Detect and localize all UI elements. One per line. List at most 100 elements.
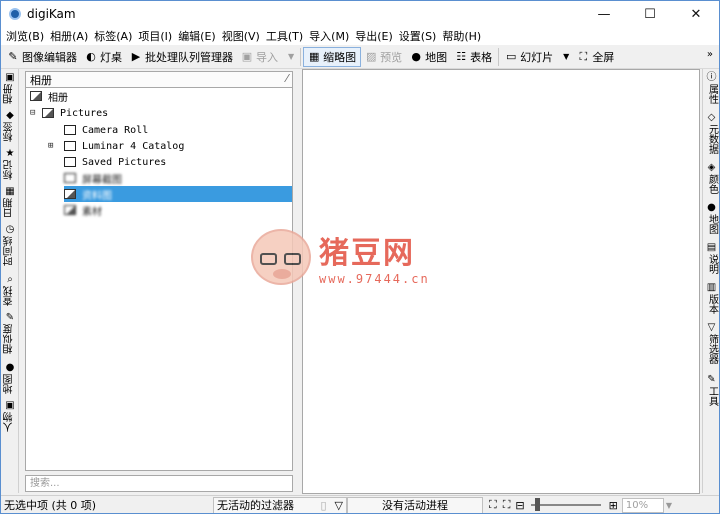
tab-versions[interactable]: ▥ 版本 bbox=[703, 281, 719, 314]
tab-metadata-label: 元数据 bbox=[706, 124, 718, 154]
tab-properties-label: 属性 bbox=[706, 84, 718, 104]
tree-item-camera-roll[interactable]: Camera Roll bbox=[64, 122, 148, 138]
album-panel-title: 相册 bbox=[30, 73, 52, 87]
tab-filters[interactable]: ▽ 筛选器 bbox=[703, 321, 719, 364]
tree-item-pictures[interactable]: ⊟ Pictures bbox=[30, 105, 108, 121]
tab-versions-label: 版本 bbox=[706, 294, 718, 314]
tab-tools[interactable]: ✎ 工具 bbox=[703, 373, 719, 406]
tree-root-albums[interactable]: 相册 bbox=[30, 88, 68, 104]
menu-view[interactable]: 视图(V) bbox=[219, 28, 263, 44]
actual-size-icon[interactable]: ⛶ bbox=[503, 498, 511, 512]
fit-window-icon[interactable]: ⛶ bbox=[489, 498, 497, 512]
calendar-icon: ▦ bbox=[5, 186, 15, 197]
grid-icon: ▦ bbox=[308, 50, 320, 63]
batch-queue-label: 批处理队列管理器 bbox=[145, 50, 233, 64]
menu-import[interactable]: 导入(M) bbox=[306, 28, 352, 44]
fullscreen-button[interactable]: ⛶ 全屏 bbox=[573, 47, 618, 67]
tab-people[interactable]: ▣ 人物 bbox=[1, 399, 19, 432]
tab-geo[interactable]: ● 地图 bbox=[703, 201, 719, 234]
thumbnail-view[interactable]: 猪豆网 www.97444.cn bbox=[251, 69, 700, 494]
tab-labels-label: 标记 bbox=[4, 160, 15, 180]
table-view-button[interactable]: ☷ 表格 bbox=[451, 47, 496, 67]
zoom-slider[interactable] bbox=[530, 498, 601, 511]
tab-timeline[interactable]: ◷ 时间线 bbox=[1, 223, 19, 266]
tree-item-screenshots[interactable]: 屏幕截图 bbox=[64, 170, 122, 186]
filter-status-label: 无活动的过滤器 bbox=[217, 499, 294, 512]
tab-albums-label: 相册 bbox=[4, 84, 15, 104]
tab-albums[interactable]: ▣ 相册 bbox=[1, 71, 19, 104]
toolbar-overflow-icon[interactable]: » bbox=[707, 49, 713, 60]
pencil-icon: ✎ bbox=[8, 50, 18, 63]
tab-geo-label: 地图 bbox=[706, 214, 718, 234]
menu-help[interactable]: 帮助(H) bbox=[439, 28, 484, 44]
folder-icon bbox=[64, 205, 76, 215]
folder-icon bbox=[64, 173, 76, 183]
menu-tools[interactable]: 工具(T) bbox=[263, 28, 306, 44]
filter-icon[interactable]: ▽ bbox=[335, 499, 343, 512]
expand-icon[interactable]: ⊞ bbox=[48, 141, 58, 151]
tree-item-selected[interactable]: 资料图 bbox=[64, 186, 292, 202]
image-editor-button[interactable]: ✎ 图像编辑器 bbox=[3, 47, 81, 67]
menu-tags[interactable]: 标签(A) bbox=[91, 28, 135, 44]
light-table-label: 灯桌 bbox=[100, 50, 122, 64]
light-table-button[interactable]: ◐ 灯桌 bbox=[81, 47, 126, 67]
menu-album[interactable]: 相册(A) bbox=[47, 28, 91, 44]
tab-colors[interactable]: ◈ 颜色 bbox=[703, 161, 719, 194]
tab-tags-label: 标签 bbox=[4, 122, 15, 142]
batch-queue-button[interactable]: ▶ 批处理队列管理器 bbox=[126, 47, 237, 67]
menu-browse[interactable]: 浏览(B) bbox=[3, 28, 47, 44]
slideshow-icon: ▭ bbox=[505, 50, 517, 63]
list-icon: ☷ bbox=[456, 50, 467, 63]
palette-icon: ◈ bbox=[707, 162, 716, 173]
tree-item-luminar[interactable]: ⊞ Luminar 4 Catalog bbox=[48, 138, 184, 154]
menu-settings[interactable]: 设置(S) bbox=[396, 28, 440, 44]
close-button[interactable]: ✕ bbox=[673, 1, 719, 27]
tab-tools-label: 工具 bbox=[706, 386, 718, 406]
tab-dates[interactable]: ▦ 日期 bbox=[1, 185, 19, 218]
fullscreen-icon: ⛶ bbox=[579, 49, 588, 63]
tab-properties[interactable]: ⓘ 属性 bbox=[703, 71, 719, 104]
tree-item-materials[interactable]: 素材 bbox=[64, 202, 102, 218]
wrench-icon: ✎ bbox=[707, 374, 716, 385]
trash-icon[interactable]: ▯ bbox=[320, 499, 326, 512]
maximize-button[interactable]: ☐ bbox=[627, 1, 673, 27]
progress-status: 没有活动进程 bbox=[347, 496, 483, 513]
tab-metadata[interactable]: ◇ 元数据 bbox=[703, 111, 719, 154]
menu-edit[interactable]: 编辑(E) bbox=[175, 28, 219, 44]
folder-icon bbox=[64, 141, 76, 151]
tab-map[interactable]: ● 地图 bbox=[1, 361, 19, 394]
filter-status: 无活动的过滤器 ▯ ▽ bbox=[213, 496, 347, 513]
zoom-slider-handle[interactable] bbox=[534, 498, 540, 511]
preview-button[interactable]: ▨ 预览 bbox=[361, 47, 406, 67]
tab-similarity[interactable]: ✎ 相似度 bbox=[1, 311, 19, 354]
slideshow-button[interactable]: ▭ 幻灯片 ▼ bbox=[501, 47, 573, 67]
tab-labels[interactable]: ★ 标记 bbox=[1, 147, 19, 180]
tree-item-label: Pictures bbox=[60, 107, 109, 119]
tab-tags[interactable]: ◆ 标签 bbox=[1, 109, 19, 142]
zoom-out-icon[interactable]: ⊟ bbox=[515, 499, 524, 512]
map-view-button[interactable]: ● 地图 bbox=[406, 47, 451, 67]
tree-item-saved-pictures[interactable]: Saved Pictures bbox=[64, 154, 166, 170]
tab-search-label: 查找 bbox=[4, 286, 15, 306]
album-search-input[interactable] bbox=[25, 475, 293, 492]
right-sidebar-tabs: ⓘ 属性 ◇ 元数据 ◈ 颜色 ● 地图 ▤ 说明 ▥ 版本 ▽ 筛选器 ✎ 工具 bbox=[702, 69, 719, 493]
menu-export[interactable]: 导出(E) bbox=[352, 28, 396, 44]
tab-search[interactable]: ⌕ 查找 bbox=[1, 273, 19, 306]
thumbnails-view-button[interactable]: ▦ 缩略图 bbox=[303, 46, 362, 67]
tab-captions[interactable]: ▤ 说明 bbox=[703, 241, 719, 274]
collapse-icon[interactable]: ⊟ bbox=[30, 108, 40, 118]
search-icon: ⌕ bbox=[7, 274, 13, 285]
import-button[interactable]: ▣ 导入 ▼ bbox=[237, 47, 298, 67]
tree-item-label: 素材 bbox=[82, 206, 102, 218]
wand-icon: ✎ bbox=[5, 312, 15, 323]
menu-item[interactable]: 项目(I) bbox=[135, 28, 175, 44]
globe-icon: ● bbox=[5, 362, 15, 373]
watermark-url: www.97444.cn bbox=[319, 272, 430, 286]
zoom-in-icon[interactable]: ⊞ bbox=[609, 499, 618, 512]
chevron-down-icon[interactable]: ▼ bbox=[666, 501, 672, 510]
folder-icon bbox=[64, 189, 76, 199]
watermark-name: 猪豆网 bbox=[319, 236, 415, 271]
zoom-level-select[interactable]: 10% bbox=[621, 497, 664, 513]
panel-float-icon[interactable]: ⁄ bbox=[286, 72, 288, 85]
minimize-button[interactable]: — bbox=[581, 1, 627, 27]
